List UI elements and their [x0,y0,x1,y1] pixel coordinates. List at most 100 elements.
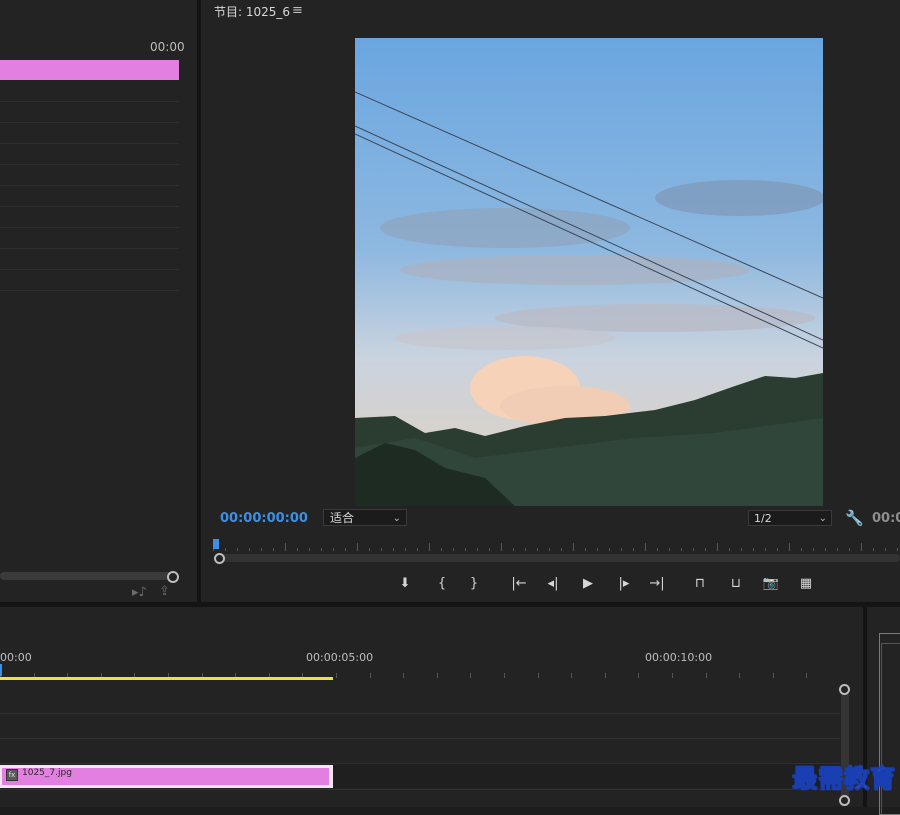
source-row-divider [0,269,179,270]
timeline-ruler-tick [806,673,807,678]
step-back-button[interactable]: ◂| [543,574,563,592]
source-row-divider [0,143,179,144]
chevron-down-icon: ⌄ [818,513,827,524]
ruler-tick [765,548,766,551]
video-preview [355,38,823,506]
source-row-divider [0,164,179,165]
ruler-tick [849,548,850,551]
track-divider [0,738,840,739]
source-panel [0,0,197,602]
mark-in-button[interactable]: { [432,574,452,592]
timeline-ruler-tick [605,673,606,678]
step-forward-button[interactable]: |▸ [614,574,634,592]
program-monitor-title[interactable]: 节目: 1025_6 [214,3,290,20]
ruler-tick [321,548,322,551]
chevron-down-icon: ⌄ [392,513,401,524]
go-to-out-button[interactable]: →| [647,574,667,592]
source-row-divider [0,227,179,228]
export-frame-button[interactable]: 📷 [761,574,781,592]
ruler-tick [297,548,298,551]
ruler-tick [501,543,502,551]
program-zoom-scrollbar[interactable] [220,554,900,562]
ruler-tick [645,543,646,551]
ruler-tick [789,543,790,551]
ruler-tick [585,548,586,551]
source-row-divider [0,290,179,291]
ruler-tick [861,543,862,551]
ruler-tick [549,548,550,551]
ruler-tick [717,543,718,551]
timeline-ruler-tick [571,673,572,678]
source-clip-bar[interactable] [0,60,179,80]
ruler-tick [441,548,442,551]
ruler-tick [561,548,562,551]
mark-out-button[interactable]: } [464,574,484,592]
extract-button[interactable]: ⊔ [726,574,746,592]
resolution-dropdown[interactable]: 1/2 ⌄ [748,510,832,526]
ruler-tick [885,548,886,551]
ruler-tick [429,543,430,551]
ruler-tick [597,548,598,551]
add-marker-button[interactable]: ⬇ [395,574,415,592]
ruler-tick [681,548,682,551]
timeline-scroll-handle-top[interactable] [839,684,850,695]
ruler-tick [345,548,346,551]
source-scrollbar[interactable] [0,572,172,580]
timeline-ruler-tick [672,673,673,678]
timeline-ruler-tick [470,673,471,678]
ruler-tick [369,548,370,551]
source-row-divider [0,122,179,123]
ruler-tick [237,548,238,551]
ruler-tick [873,548,874,551]
ruler-tick [777,548,778,551]
timeline-ruler-tick [773,673,774,678]
settings-wrench-icon[interactable]: 🔧 [845,509,864,527]
ruler-tick [393,548,394,551]
track-divider [0,789,840,790]
ruler-tick [465,548,466,551]
timeline-ruler-tick [403,673,404,678]
ruler-tick [261,548,262,551]
ruler-tick [381,548,382,551]
ruler-tick [609,548,610,551]
ruler-tick [537,548,538,551]
ruler-tick [489,548,490,551]
timeline-clip-name: 1025_7.jpg [22,768,72,778]
timeline-ruler-tick [504,673,505,678]
track-divider [0,713,840,714]
source-row-divider [0,248,179,249]
timeline-ruler-tick [437,673,438,678]
ruler-tick [285,543,286,551]
panel-menu-icon[interactable]: ≡ [292,3,303,18]
program-zoom-handle[interactable] [214,553,225,564]
program-time-ruler[interactable] [213,537,900,551]
ruler-tick [693,548,694,551]
source-row-divider [0,185,179,186]
timeline-ruler-tick [336,673,337,678]
fx-badge-icon: fx [6,769,18,781]
lift-button[interactable]: ⊓ [690,574,710,592]
source-scroll-handle[interactable] [167,571,179,583]
timeline-scroll-handle-bottom[interactable] [839,795,850,806]
work-area-bar[interactable] [0,677,333,680]
ruler-tick [405,548,406,551]
audio-only-icon[interactable]: ▸♪ [132,585,147,600]
timeline-time-ruler[interactable] [0,664,840,678]
ruler-tick [621,548,622,551]
go-to-in-button[interactable]: |← [509,574,529,592]
ruler-tick [333,548,334,551]
ruler-tick [225,548,226,551]
export-icon[interactable]: ⇪ [159,584,170,599]
timeline-playhead[interactable] [0,664,2,676]
ruler-tick [513,548,514,551]
play-button[interactable]: ▶ [578,574,598,592]
comparison-view-button[interactable]: ▦ [796,574,816,592]
ruler-tick [453,548,454,551]
ruler-tick [729,548,730,551]
program-timecode[interactable]: 00:00:00:00 [220,511,308,526]
program-playhead[interactable] [213,539,219,549]
fit-dropdown[interactable]: 适合 ⌄ [323,509,407,526]
timeline-ruler-tick [739,673,740,678]
ruler-tick [813,548,814,551]
timeline-time-label: 00:00:10:00 [645,651,713,664]
